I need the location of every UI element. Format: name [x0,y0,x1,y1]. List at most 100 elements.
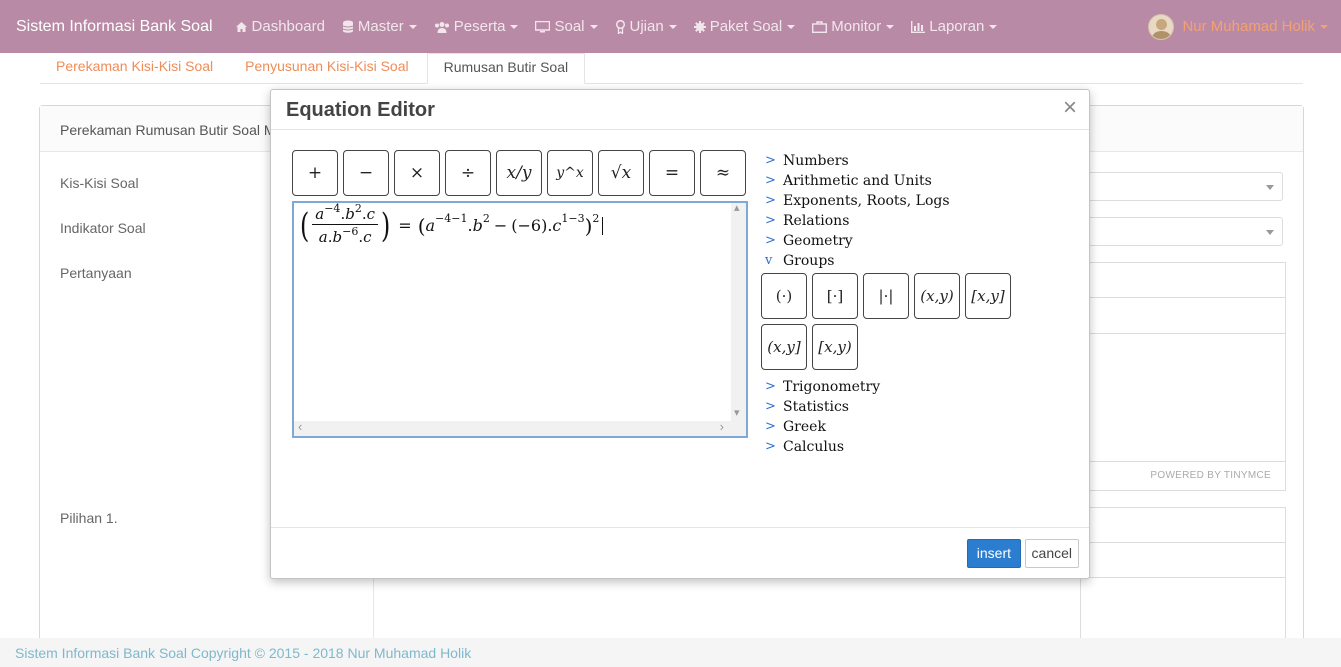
minus-button[interactable]: − [343,150,389,196]
tab-penyusunan-kisi[interactable]: Penyusunan Kisi-Kisi Soal [229,53,424,84]
tab-perekaman-kisi[interactable]: Perekaman Kisi-Kisi Soal [40,53,229,84]
database-icon [342,20,354,33]
nav-ujian[interactable]: Ujian [615,18,677,35]
user-menu[interactable]: Nur Muhamad Holik [1148,0,1328,53]
chevron-down-icon: v [765,253,773,268]
chevron-down-icon [668,24,677,29]
label-pilihan-1: Pilihan 1. [60,510,118,526]
group-left-open-interval-button[interactable]: (x,y] [761,324,807,370]
pilihan-editor[interactable] [1080,507,1286,647]
cancel-button[interactable]: cancel [1024,539,1079,568]
category-calculus[interactable]: > Calculus [765,437,1021,457]
nav-paket-soal[interactable]: Paket Soal [693,18,796,35]
dialog-body: + − × ÷ x/y y^x √x = ≈ ( a−4.b2.c a.b−6.… [271,131,1089,528]
chevron-right-icon: > [765,399,776,414]
users-icon [434,21,449,33]
briefcase-icon [812,20,828,33]
category-relations[interactable]: > Relations [765,211,1021,231]
approx-button[interactable]: ≈ [700,150,746,196]
vertical-scrollbar[interactable] [731,201,746,421]
fraction-button[interactable]: x/y [496,150,542,196]
symbol-categories: > Numbers > Arithmetic and Units > Exponent… [761,151,1021,457]
equals-button[interactable]: = [649,150,695,196]
chevron-down-icon [787,24,796,29]
tab-rumusan-butir[interactable]: Rumusan Butir Soal [426,53,586,84]
category-groups[interactable]: v Groups [765,251,1021,271]
pertanyaan-editor[interactable]: POWERED BY TINYMCE [1080,262,1286,491]
indikator-select[interactable] [1080,217,1283,246]
category-geometry[interactable]: > Geometry [765,231,1021,251]
chevron-right-icon: > [765,439,776,454]
groups-palette: (·) [·] |·| (x,y) [x,y] (x,y] [x,y) [761,273,1021,375]
chevron-down-icon [589,24,598,29]
top-navbar: Sistem Informasi Bank Soal Dashboard Mas… [0,0,1341,53]
label-indikator: Indikator Soal [60,220,146,236]
nav-monitor-label: Monitor [831,18,882,35]
chevron-down-icon [1320,24,1328,29]
nav-peserta[interactable]: Peserta [434,18,519,35]
nav-dashboard[interactable]: Dashboard [235,18,325,35]
gear-icon [693,20,706,33]
plus-button[interactable]: + [292,150,338,196]
text-cursor [602,216,604,235]
divide-button[interactable]: ÷ [445,150,491,196]
nav-laporan-label: Laporan [929,18,985,35]
fraction-button-label: x/y [506,163,532,183]
chevron-right-icon: > [765,173,776,188]
chevron-down-icon [408,24,417,29]
category-statistics[interactable]: > Statistics [765,397,1021,417]
group-abs-button[interactable]: |·| [863,273,909,319]
equation-fraction: a−4.b2.c a.b−6.c [312,202,379,246]
times-button[interactable]: × [394,150,440,196]
nav-peserta-label: Peserta [453,18,506,35]
operator-toolbar: + − × ÷ x/y y^x √x = ≈ [292,150,751,196]
copyright-text: Sistem Informasi Bank Soal Copyright © 2… [15,645,472,661]
nav-ujian-label: Ujian [629,18,664,35]
nav-dashboard-label: Dashboard [251,18,325,35]
chevron-right-icon: > [765,379,776,394]
avatar [1148,13,1175,40]
power-button[interactable]: y^x [547,150,593,196]
equation-expression: ( a−4.b2.c a.b−6.c ) = (a −4−1. b 2 − (−6). c… [298,202,604,246]
sqrt-button[interactable]: √x [598,150,644,196]
label-kisi-kisi: Kis-Kisi Soal [60,175,139,191]
chevron-right-icon: > [765,193,776,208]
group-brackets-button[interactable]: [·] [812,273,858,319]
group-parentheses-button[interactable]: (·) [761,273,807,319]
category-arithmetic[interactable]: > Arithmetic and Units [765,171,1021,191]
chevron-right-icon: > [765,419,776,434]
nav-paket-soal-label: Paket Soal [709,18,783,35]
nav-master-label: Master [357,18,404,35]
category-numbers[interactable]: > Numbers [765,151,1021,171]
insert-button[interactable]: insert [966,539,1021,568]
user-name: Nur Muhamad Holik [1182,18,1315,35]
chevron-right-icon: > [765,153,776,168]
chevron-right-icon: > [765,213,776,228]
nav-soal[interactable]: Soal [535,18,598,35]
power-button-label: y^x [556,165,584,181]
close-icon[interactable]: × [1063,96,1077,120]
category-trigonometry[interactable]: > Trigonometry [765,377,1021,397]
brand-title[interactable]: Sistem Informasi Bank Soal [16,18,213,36]
horizontal-scrollbar[interactable] [294,419,746,436]
category-exponents[interactable]: > Exponents, Roots, Logs [765,191,1021,211]
monitor-icon [535,20,551,32]
equation-input[interactable]: ( a−4.b2.c a.b−6.c ) = (a −4−1. b 2 − (−6). c… [292,201,748,438]
nav-master[interactable]: Master [342,18,417,35]
nav-laporan[interactable]: Laporan [911,18,998,35]
group-right-open-interval-button[interactable]: [x,y) [812,324,858,370]
dialog-title: Equation Editor [286,99,435,121]
bar-chart-icon [911,20,926,33]
chevron-down-icon [510,24,519,29]
group-closed-interval-button[interactable]: [x,y] [965,273,1011,319]
kisi-kisi-select[interactable] [1080,172,1283,201]
equation-editor-dialog: Equation Editor × + − × ÷ x/y y^x √x = ≈… [270,89,1090,579]
award-icon [615,19,625,34]
chevron-right-icon: > [765,233,776,248]
group-open-interval-button[interactable]: (x,y) [914,273,960,319]
powered-by-label: POWERED BY TINYMCE [1150,470,1271,481]
page-footer: Sistem Informasi Bank Soal Copyright © 2… [0,638,1341,667]
nav-soal-label: Soal [554,18,585,35]
nav-monitor[interactable]: Monitor [812,18,895,35]
category-greek[interactable]: > Greek [765,417,1021,437]
